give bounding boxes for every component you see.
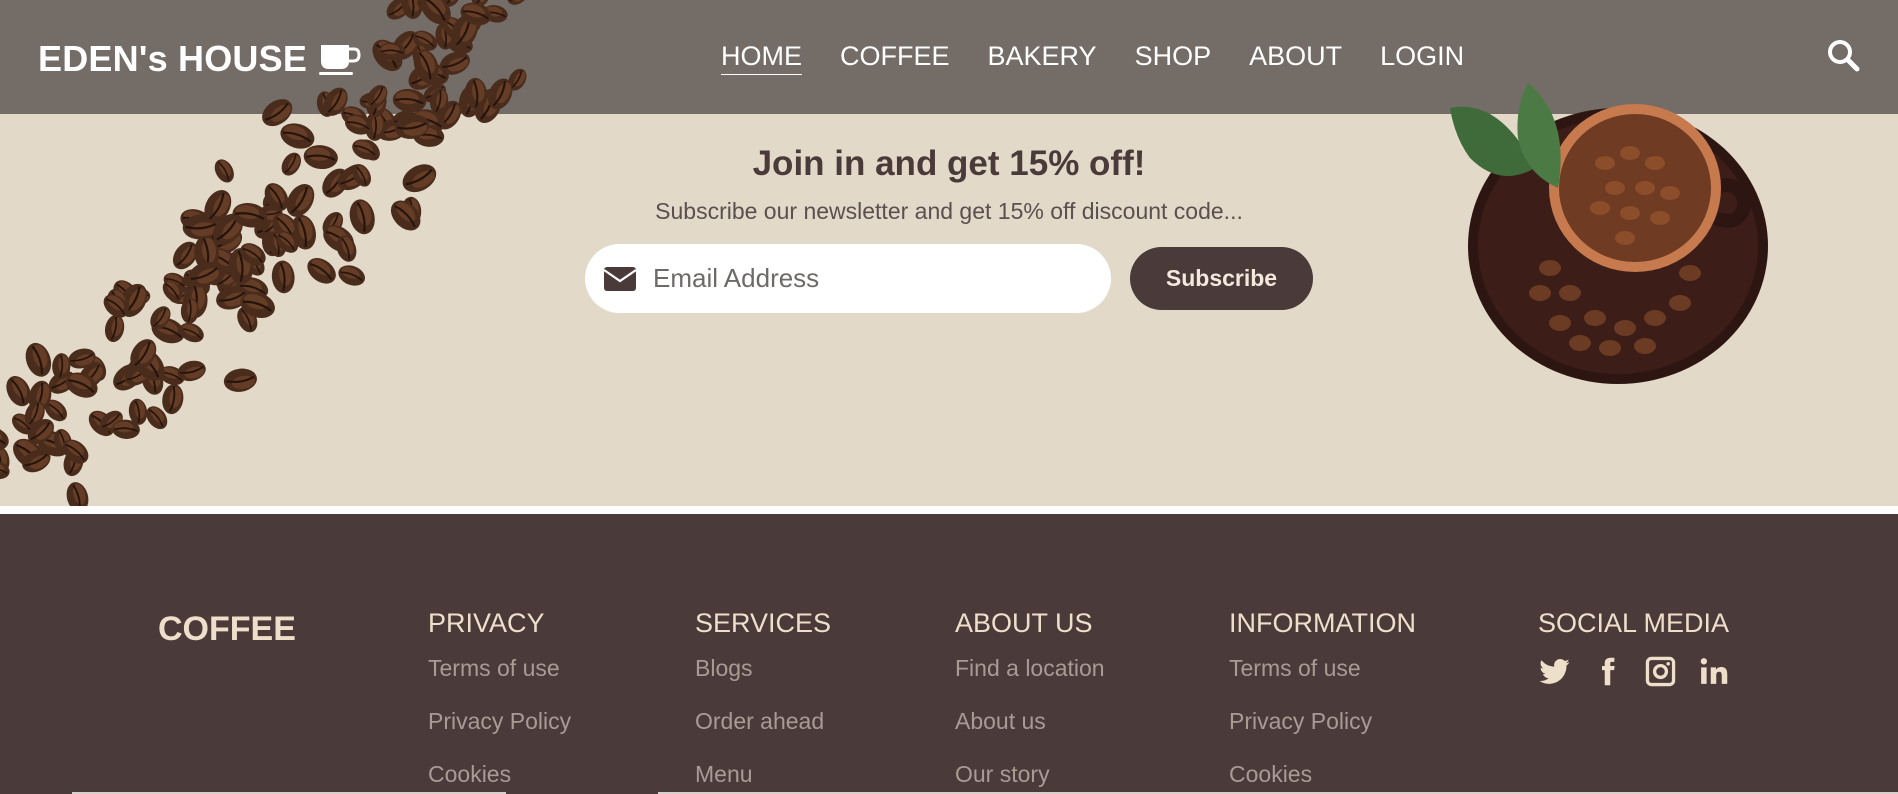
footer-column-services: SERVICES Blogs Order ahead Menu: [695, 608, 831, 794]
search-icon[interactable]: [1826, 38, 1860, 77]
nav-coffee[interactable]: COFFEE: [840, 40, 950, 75]
main-nav: HOME COFFEE BAKERY SHOP ABOUT LOGIN: [721, 40, 1464, 75]
footer-link[interactable]: Privacy Policy: [428, 708, 571, 761]
social-links: [1538, 655, 1730, 688]
footer-heading: ABOUT US: [955, 608, 1093, 638]
footer-heading: PRIVACY: [428, 608, 545, 638]
footer-brand: COFFEE: [158, 610, 296, 648]
envelope-icon: [603, 266, 637, 291]
newsletter-section: Join in and get 15% off! Subscribe our n…: [0, 114, 1898, 506]
nav-about[interactable]: ABOUT: [1249, 40, 1342, 75]
footer-heading: SERVICES: [695, 608, 832, 638]
nav-shop[interactable]: SHOP: [1135, 40, 1212, 75]
logo[interactable]: EDEN's HOUSE: [38, 38, 361, 80]
footer-link[interactable]: Cookies: [428, 761, 571, 794]
footer-column-privacy: PRIVACY Terms of use Privacy Policy Cook…: [428, 608, 571, 794]
footer-column-social: SOCIAL MEDIA: [1538, 608, 1730, 688]
footer-column-about: ABOUT US Find a location About us Our st…: [955, 608, 1105, 794]
footer-link[interactable]: Find a location: [955, 655, 1105, 708]
newsletter-subtitle: Subscribe our newsletter and get 15% off…: [655, 198, 1243, 224]
footer-link[interactable]: Menu: [695, 761, 831, 794]
footer-link[interactable]: Terms of use: [428, 655, 571, 708]
footer-link[interactable]: Blogs: [695, 655, 831, 708]
footer-link[interactable]: Privacy Policy: [1229, 708, 1416, 761]
footer-link[interactable]: Terms of use: [1229, 655, 1416, 708]
site-header: EDEN's HOUSE HOME COFFEE BAKERY SHOP ABO…: [0, 0, 1898, 114]
footer-link[interactable]: Cookies: [1229, 761, 1416, 794]
footer-link[interactable]: Order ahead: [695, 708, 831, 761]
instagram-icon[interactable]: [1644, 655, 1677, 688]
coffee-cup-icon: [319, 45, 361, 75]
facebook-icon[interactable]: [1591, 655, 1624, 688]
linkedin-icon[interactable]: [1697, 655, 1730, 688]
nav-bakery[interactable]: BAKERY: [988, 40, 1097, 75]
subscribe-button[interactable]: Subscribe: [1130, 247, 1313, 310]
footer-heading: SOCIAL MEDIA: [1538, 608, 1730, 638]
logo-text: EDEN's HOUSE: [38, 38, 308, 79]
footer-heading: INFORMATION: [1229, 608, 1416, 638]
footer-link[interactable]: About us: [955, 708, 1105, 761]
footer-column-information: INFORMATION Terms of use Privacy Policy …: [1229, 608, 1416, 794]
site-footer: COFFEE PRIVACY Terms of use Privacy Poli…: [0, 514, 1898, 794]
footer-link[interactable]: Our story: [955, 761, 1105, 794]
newsletter-title: Join in and get 15% off!: [752, 144, 1146, 183]
nav-home[interactable]: HOME: [721, 40, 802, 75]
email-field[interactable]: [585, 244, 1111, 313]
nav-login[interactable]: LOGIN: [1380, 40, 1464, 75]
email-input[interactable]: [653, 263, 1093, 294]
twitter-icon[interactable]: [1538, 655, 1571, 688]
